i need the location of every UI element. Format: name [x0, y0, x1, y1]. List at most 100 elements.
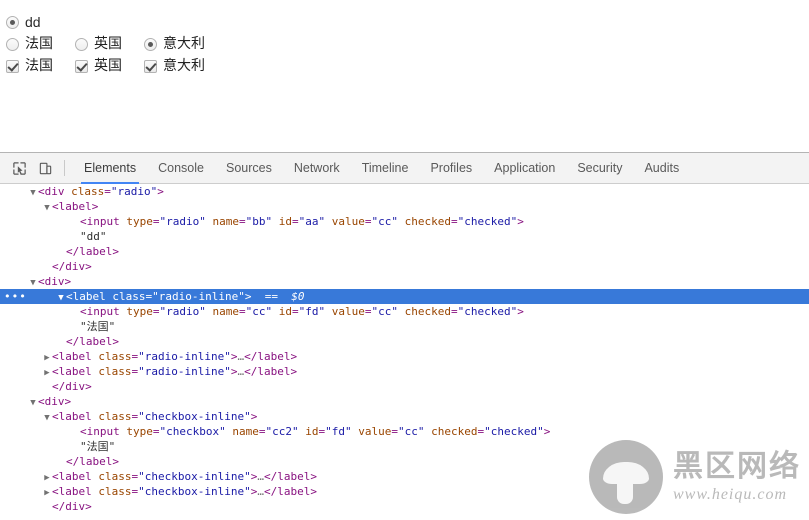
token-attr: checked	[397, 305, 451, 318]
token-val: "checked"	[457, 215, 518, 228]
token-punct: >	[157, 185, 164, 198]
tab-timeline[interactable]: Timeline	[351, 153, 420, 184]
token-attr: checked	[424, 425, 478, 438]
dom-node[interactable]: ▶ <label class="checkbox-inline">…</label…	[0, 484, 809, 499]
dom-node[interactable]: ▼ <div>	[0, 274, 809, 289]
dom-node[interactable]: ▼ <div class="radio">	[0, 184, 809, 199]
token-punct: <	[38, 395, 45, 408]
dom-node[interactable]: ▶ <label class="radio-inline">…</label>	[0, 364, 809, 379]
token-attr: class	[91, 485, 132, 498]
dom-node[interactable]: </div>	[0, 379, 809, 394]
dom-node[interactable]: <input type="checkbox" name="cc2" id="fd…	[0, 424, 809, 439]
token-tag: label	[72, 290, 106, 303]
device-toolbar-button[interactable]	[32, 156, 58, 180]
token-punct: <	[52, 365, 59, 378]
token-txt: "法国"	[80, 320, 116, 333]
token-tag: label	[79, 335, 113, 348]
tab-timeline-label: Timeline	[361, 161, 409, 175]
dom-node[interactable]: </label>	[0, 244, 809, 259]
token-attr: class	[105, 290, 146, 303]
token-tag: input	[86, 425, 120, 438]
radio-option-uk[interactable]: 英国	[75, 36, 122, 52]
tab-elements[interactable]: Elements	[73, 153, 147, 184]
token-tag: div	[44, 395, 65, 408]
token-val: "checkbox-inline"	[138, 485, 251, 498]
token-punct: <	[52, 470, 59, 483]
token-val: "aa"	[298, 215, 326, 228]
dom-node[interactable]: <input type="radio" name="cc" id="fd" va…	[0, 304, 809, 319]
dom-node-markup: <label class="radio-inline"> == $0	[66, 289, 304, 304]
dom-node[interactable]: </div>	[0, 259, 809, 274]
checkbox-icon-france[interactable]	[6, 59, 19, 73]
tab-network[interactable]: Network	[283, 153, 351, 184]
tab-profiles[interactable]: Profiles	[419, 153, 483, 184]
dom-node[interactable]: ▼ <label>	[0, 199, 809, 214]
dom-node-selected[interactable]: ••• ▼ <label class="radio-inline"> == $0	[0, 289, 809, 304]
inspect-element-button[interactable]	[6, 156, 32, 180]
dom-node[interactable]: "法国"	[0, 319, 809, 334]
checkbox-icon-uk[interactable]	[75, 59, 88, 73]
token-val: "cc"	[397, 425, 425, 438]
dom-node[interactable]: </label>	[0, 454, 809, 469]
token-dollar: == $0	[251, 290, 305, 303]
radio-option-italy[interactable]: 意大利	[144, 36, 205, 52]
token-punct: <	[52, 350, 59, 363]
dom-node[interactable]: ▼ <div>	[0, 394, 809, 409]
dom-node-markup: <div>	[38, 394, 71, 409]
tab-audits[interactable]: Audits	[633, 153, 690, 184]
token-punct: =	[238, 215, 246, 228]
radio-label-france: 法国	[25, 36, 53, 52]
token-punct: <	[52, 485, 59, 498]
dom-node[interactable]: ▼ <label class="checkbox-inline">	[0, 409, 809, 424]
token-attr: id	[272, 305, 292, 318]
token-val: "checkbox-inline"	[138, 410, 251, 423]
token-punct: <	[80, 305, 87, 318]
dom-node[interactable]: "法国"	[0, 439, 809, 454]
token-punct: </	[244, 350, 258, 363]
dom-node-markup: </div>	[52, 379, 92, 394]
token-val: "cc"	[371, 305, 398, 318]
token-attr: class	[64, 185, 105, 198]
tab-security[interactable]: Security	[566, 153, 633, 184]
checkbox-icon-italy[interactable]	[144, 59, 157, 73]
token-attr: type	[119, 305, 153, 318]
token-punct: >	[543, 425, 551, 438]
dom-node-markup: <input type="radio" name="bb" id="aa" va…	[80, 214, 524, 229]
checkbox-option-france[interactable]: 法国	[6, 58, 53, 74]
dom-tree[interactable]: ▼ <div class="radio"> ▼ <label> <input type…	[0, 184, 809, 520]
toolbar-divider	[64, 160, 65, 176]
token-attr: type	[119, 215, 153, 228]
tab-profiles-label: Profiles	[430, 161, 473, 175]
tab-application[interactable]: Application	[483, 153, 566, 184]
dom-node[interactable]: "dd"	[0, 229, 809, 244]
token-punct: <	[52, 410, 59, 423]
token-tag: div	[65, 260, 86, 273]
token-ellip: …	[257, 485, 264, 498]
tab-application-label: Application	[494, 161, 556, 175]
tab-sources[interactable]: Sources	[215, 153, 283, 184]
token-val: "bb"	[245, 215, 273, 228]
token-punct: <	[66, 290, 73, 303]
token-tag: label	[277, 485, 311, 498]
dom-node[interactable]: ▶ <label class="checkbox-inline">…</label…	[0, 469, 809, 484]
dom-node[interactable]: ▶ <label class="radio-inline">…</label>	[0, 349, 809, 364]
radio-icon-dd[interactable]	[6, 15, 19, 29]
dom-node-markup: <label class="radio-inline">…</label>	[52, 364, 297, 379]
token-val: "cc"	[371, 215, 398, 228]
radio-icon-france[interactable]	[6, 37, 19, 51]
dom-node-markup: <div>	[38, 274, 71, 289]
token-punct: >	[112, 335, 119, 348]
radio-icon-uk[interactable]	[75, 37, 88, 51]
dom-node[interactable]: </div>	[0, 499, 809, 514]
radio-icon-italy[interactable]	[144, 37, 157, 51]
radio-option-france[interactable]: 法国	[6, 36, 53, 52]
tab-console[interactable]: Console	[147, 153, 215, 184]
radio-option-dd[interactable]: dd	[6, 14, 41, 30]
dom-node[interactable]: </label>	[0, 334, 809, 349]
dom-node[interactable]: <input type="radio" name="bb" id="aa" va…	[0, 214, 809, 229]
node-badge-dots: •••	[4, 290, 27, 303]
token-val: "fd"	[298, 305, 326, 318]
token-val: "radio-inline"	[138, 350, 231, 363]
checkbox-option-italy[interactable]: 意大利	[144, 58, 205, 74]
checkbox-option-uk[interactable]: 英国	[75, 58, 122, 74]
